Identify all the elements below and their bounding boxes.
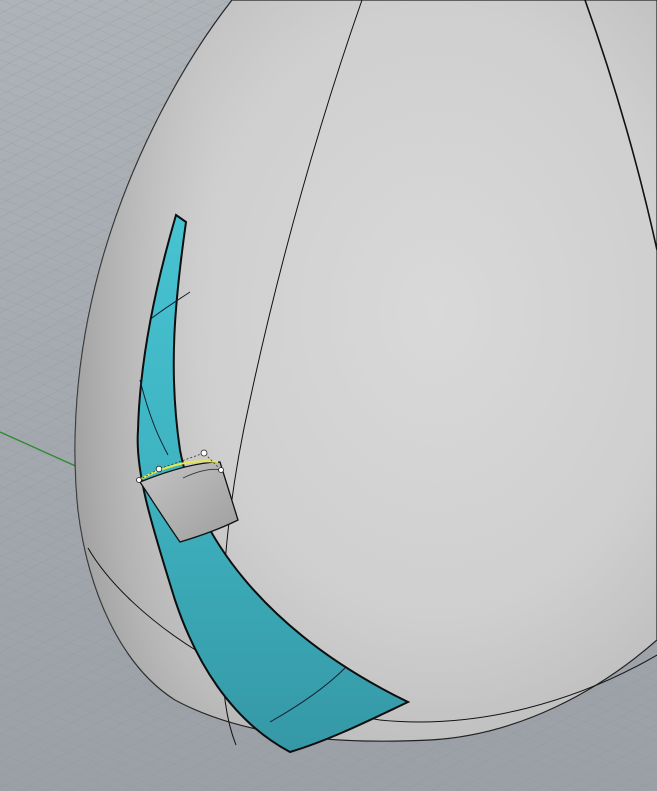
control-point-handle[interactable]: [155, 465, 163, 473]
control-point-handle[interactable]: [136, 477, 142, 483]
3d-viewport[interactable]: [0, 0, 657, 791]
viewport-canvas[interactable]: [0, 0, 657, 791]
control-point-handle[interactable]: [218, 467, 224, 473]
control-point-handle[interactable]: [200, 449, 208, 457]
